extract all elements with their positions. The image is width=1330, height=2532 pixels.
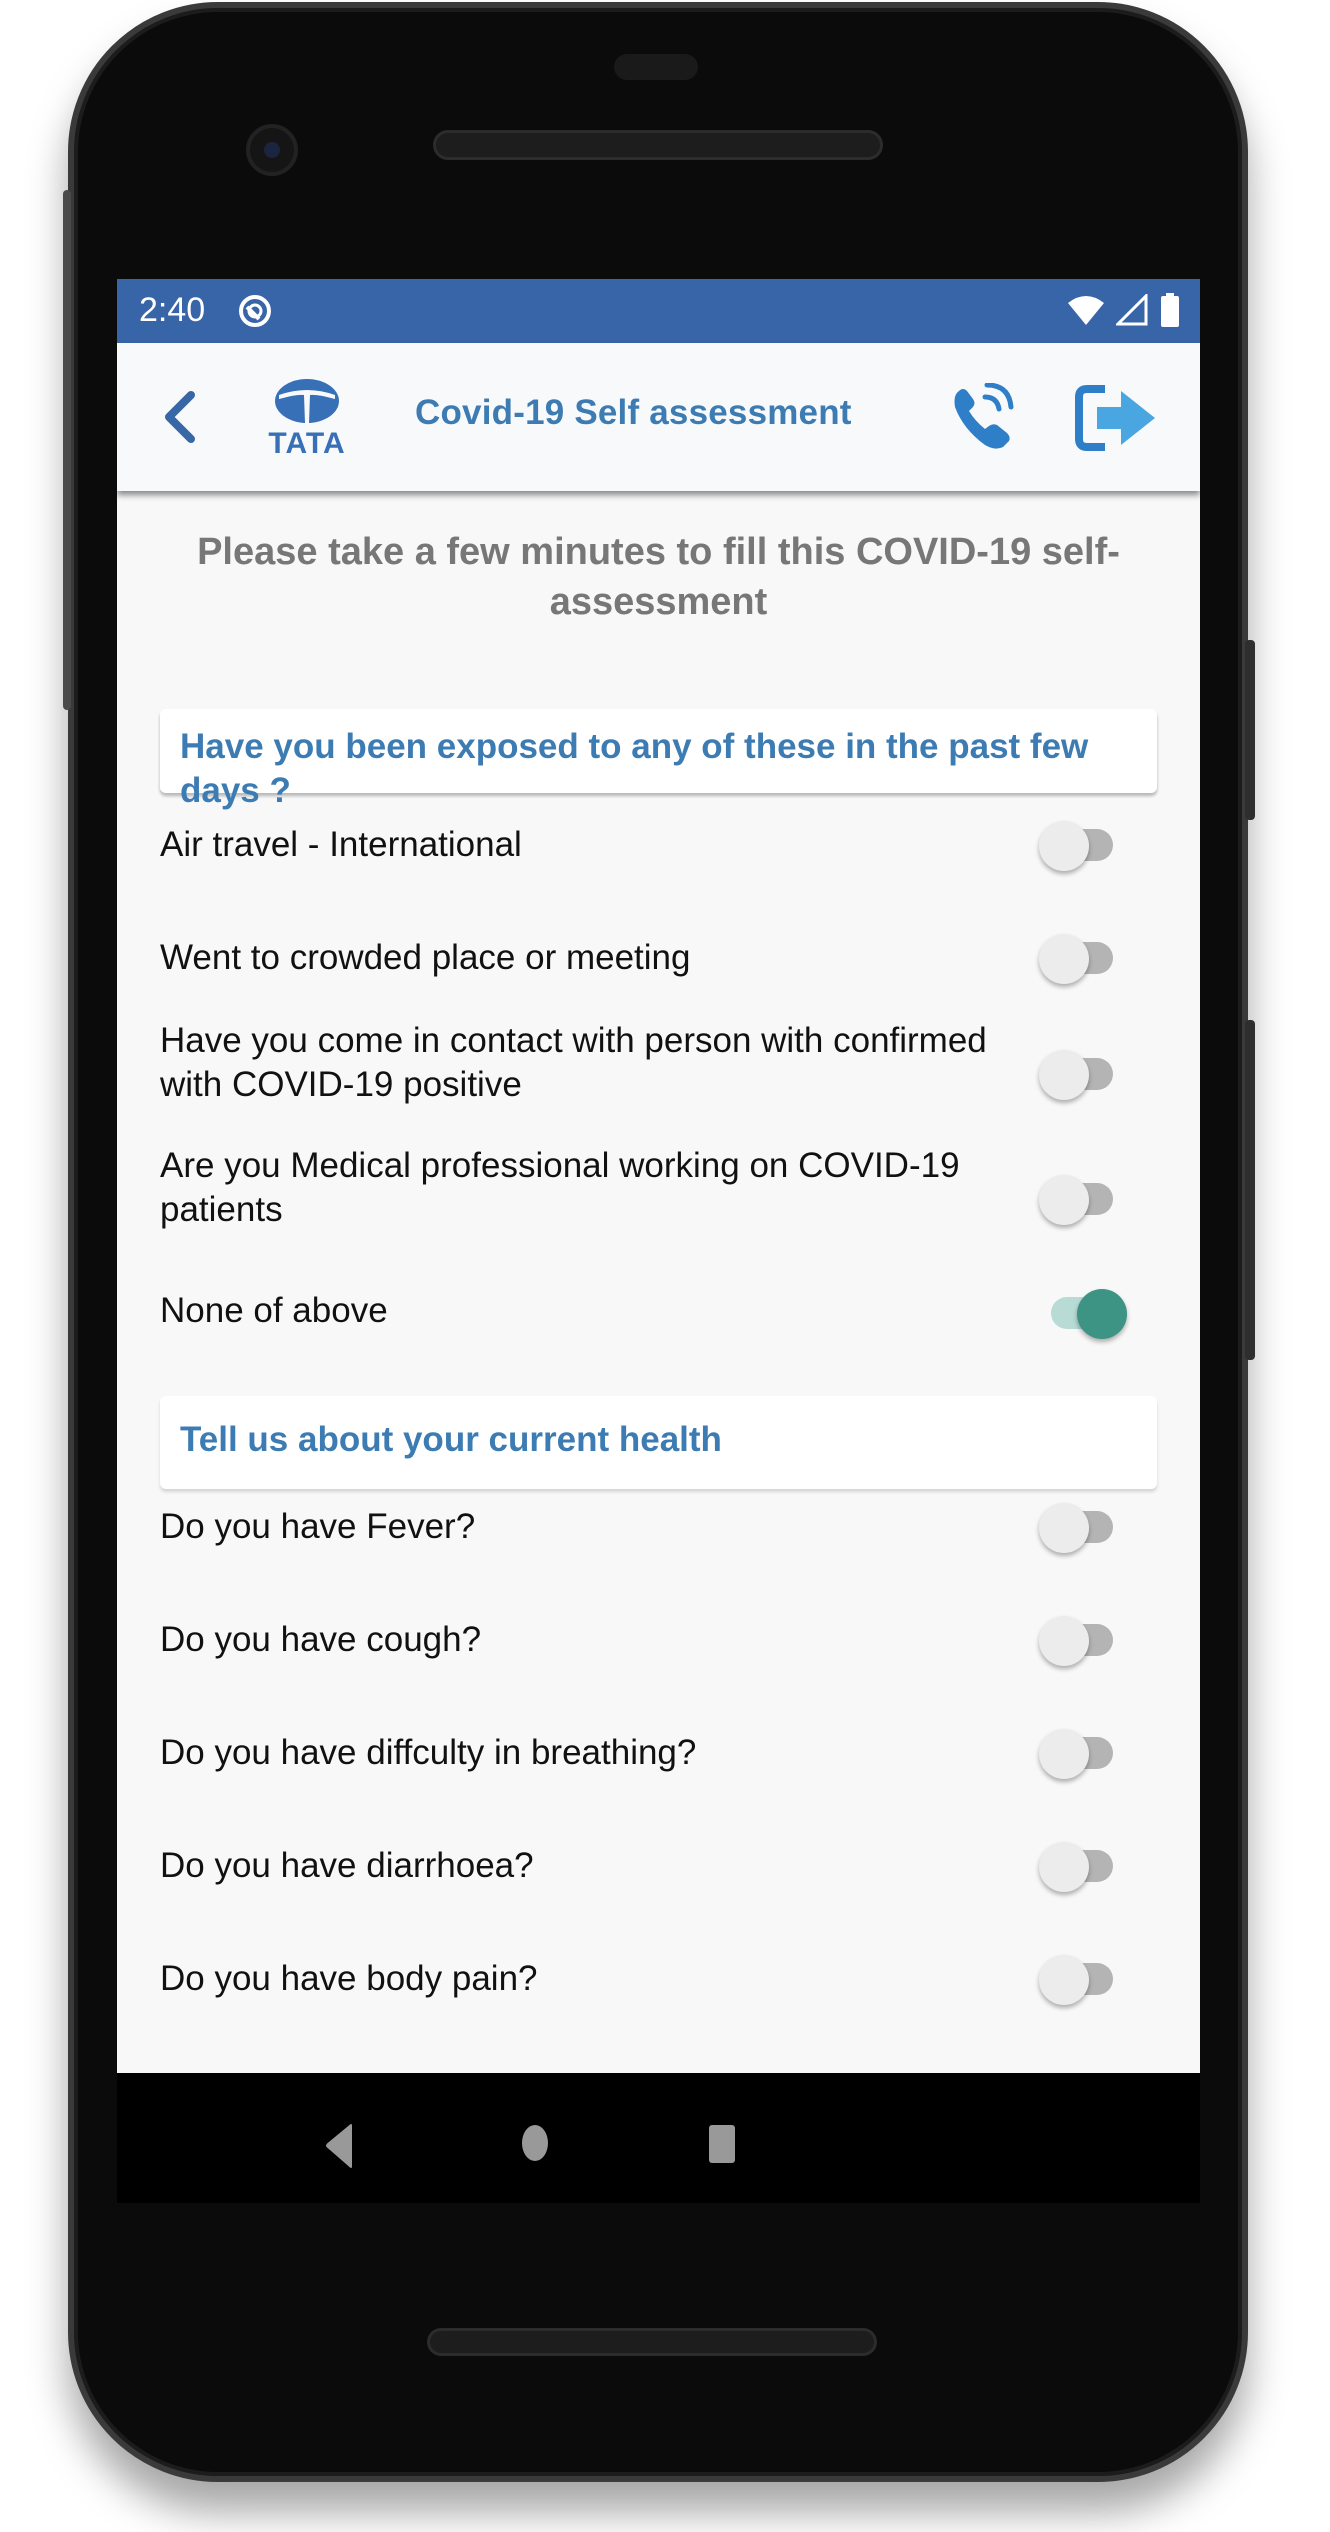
earpiece: [614, 54, 698, 80]
section-card-exposure: Have you been exposed to any of these in…: [160, 709, 1157, 810]
screen: 2:40 TATA Covid-19 Self assessment Pleas…: [117, 279, 1200, 2073]
question-row: None of above: [160, 1281, 1157, 1341]
question-row: Do you have diarrhoea?: [160, 1836, 1157, 1896]
question-label: Went to crowded place or meeting: [160, 938, 691, 977]
section-title: Have you been exposed to any of these in…: [180, 727, 1089, 810]
battery-icon: [1161, 293, 1179, 327]
logout-icon[interactable]: [1075, 385, 1157, 451]
tata-logo: TATA: [257, 377, 357, 461]
top-speaker: [433, 130, 883, 160]
question-row: Do you have cough?: [160, 1610, 1157, 1670]
question-row: Do you have diffculty in breathing?: [160, 1723, 1157, 1783]
toggle-switch[interactable]: [1035, 1165, 1131, 1225]
system-nav-bar: [117, 2073, 1200, 2203]
bottom-speaker: [427, 2328, 877, 2356]
toggle-switch[interactable]: [1035, 811, 1131, 871]
app-notification-icon: [239, 295, 271, 327]
toggle-switch[interactable]: [1035, 1832, 1131, 1892]
question-label: Do you have cough?: [160, 1620, 482, 1659]
question-label: None of above: [160, 1291, 388, 1330]
question-label: Air travel - International: [160, 825, 522, 864]
power-button: [1245, 640, 1255, 820]
signal-icon: [1116, 294, 1148, 326]
status-time: 2:40: [139, 291, 206, 329]
toggle-switch[interactable]: [1035, 1719, 1131, 1779]
intro-text: Please take a few minutes to fill this C…: [197, 531, 1120, 623]
toggle-switch[interactable]: [1035, 1945, 1131, 2005]
page-title: Covid-19 Self assessment: [415, 393, 852, 432]
assessment-content: Please take a few minutes to fill this C…: [117, 491, 1200, 2073]
wifi-icon: [1068, 296, 1104, 325]
toggle-switch[interactable]: [1035, 1606, 1131, 1666]
toggle-switch[interactable]: [1035, 924, 1131, 984]
question-row: Air travel - International: [160, 815, 1157, 875]
question-row: Do you have Fever?: [160, 1497, 1157, 1557]
back-triangle-icon[interactable]: [325, 2123, 355, 2169]
front-camera: [246, 124, 298, 176]
question-row: Do you have body pain?: [160, 1949, 1157, 2009]
toggle-switch[interactable]: [1035, 1040, 1131, 1100]
question-row: Are you Medical professional working on …: [160, 1144, 1157, 1244]
question-label: Have you come in contact with person wit…: [160, 1021, 987, 1104]
question-label: Do you have diarrhoea?: [160, 1846, 534, 1885]
recents-square-icon[interactable]: [707, 2123, 737, 2165]
section-title: Tell us about your current health: [180, 1420, 722, 1459]
tata-logo-text: TATA: [268, 427, 346, 460]
volume-button: [1245, 1020, 1255, 1360]
question-label: Are you Medical professional working on …: [160, 1146, 960, 1229]
phone-call-icon[interactable]: [949, 383, 1019, 453]
question-row: Went to crowded place or meeting: [160, 928, 1157, 988]
app-bar: TATA Covid-19 Self assessment: [117, 343, 1200, 491]
question-label: Do you have Fever?: [160, 1507, 476, 1546]
question-row: Have you come in contact with person wit…: [160, 1019, 1157, 1119]
chevron-left-icon[interactable]: [155, 387, 205, 447]
home-circle-icon[interactable]: [520, 2123, 550, 2165]
question-label: Do you have body pain?: [160, 1959, 538, 1998]
phone-side-rail: [63, 190, 71, 710]
question-label: Do you have diffculty in breathing?: [160, 1733, 697, 1772]
tata-emblem-icon: [275, 379, 339, 423]
toggle-switch[interactable]: [1035, 1493, 1131, 1553]
toggle-switch[interactable]: [1035, 1279, 1131, 1339]
section-card-health: Tell us about your current health: [160, 1396, 1157, 1489]
status-bar: 2:40: [117, 279, 1200, 343]
